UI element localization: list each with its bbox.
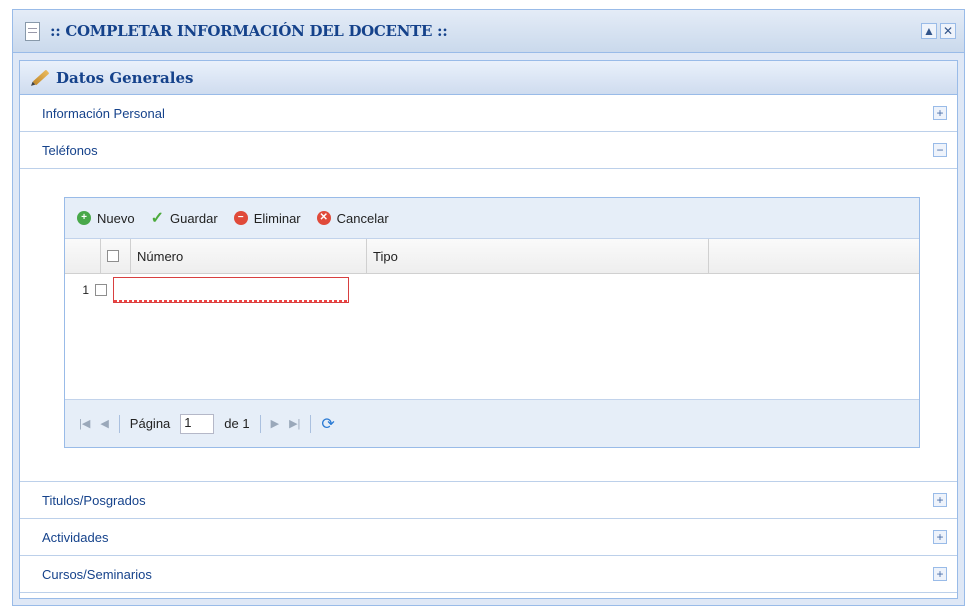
telefonos-panel: + Nuevo ✓ Guardar − Eliminar ✕ Cancelar (20, 169, 957, 481)
rownum-header (65, 239, 101, 273)
cancelar-label: Cancelar (336, 210, 389, 226)
accordion-label: Cursos/Seminarios (42, 566, 152, 582)
accordion-label: Titulos/Posgrados (42, 492, 146, 508)
pager-separator (310, 414, 312, 433)
check-icon: ✓ (150, 210, 164, 227)
pager-separator (118, 414, 120, 433)
grid-pager: |◀ ◀ Página 1 de 1 ▶ ▶| ⟳ (65, 399, 919, 447)
section-title: Datos Generales (56, 68, 194, 87)
column-numero[interactable]: Número (131, 239, 367, 273)
window-header: :: COMPLETAR INFORMACIÓN DEL DOCENTE :: … (13, 10, 964, 53)
pager-separator (259, 414, 261, 433)
add-icon: + (77, 211, 91, 225)
telefonos-grid: + Nuevo ✓ Guardar − Eliminar ✕ Cancelar (64, 197, 920, 448)
prev-page-icon[interactable]: ◀ (100, 417, 108, 430)
accordion-label: Actividades (42, 529, 109, 545)
numero-edit-field[interactable] (113, 277, 349, 303)
remove-icon: − (233, 211, 248, 225)
accordion-telefonos[interactable]: Teléfonos − (20, 132, 957, 169)
accordion-informacion-personal[interactable]: Información Personal + (20, 95, 957, 132)
guardar-label: Guardar (169, 210, 218, 226)
completar-informacion-window: :: COMPLETAR INFORMACIÓN DEL DOCENTE :: … (12, 9, 965, 606)
expand-icon[interactable]: + (933, 530, 947, 544)
pencil-icon (32, 69, 50, 86)
nuevo-button[interactable]: + Nuevo (77, 211, 135, 226)
page-number-input[interactable]: 1 (180, 413, 215, 434)
collapse-icon[interactable]: − (933, 143, 947, 157)
document-icon (25, 21, 40, 41)
nuevo-label: Nuevo (97, 210, 135, 226)
guardar-button[interactable]: ✓ Guardar (151, 208, 218, 228)
eliminar-button[interactable]: − Eliminar (233, 210, 301, 226)
cancel-icon: ✕ (316, 211, 331, 225)
eliminar-label: Eliminar (253, 210, 301, 226)
accordion-titulos-posgrados[interactable]: Titulos/Posgrados + (20, 481, 957, 519)
accordion-label: Teléfonos (42, 142, 98, 158)
page-label: Página (129, 416, 171, 431)
form-body: Datos Generales Información Personal + T… (19, 60, 958, 599)
select-all-checkbox[interactable] (107, 250, 119, 262)
expand-icon[interactable]: + (933, 493, 947, 507)
first-page-icon[interactable]: |◀ (79, 417, 90, 430)
accordion-actividades[interactable]: Actividades + (20, 519, 957, 556)
next-page-icon[interactable]: ▶ (271, 417, 279, 430)
column-tipo[interactable]: Tipo (367, 239, 709, 273)
window-tools: ▲ ✕ (921, 23, 956, 39)
page-total: de 1 (224, 416, 250, 431)
table-row[interactable]: 1 (65, 274, 919, 306)
datos-generales-header: Datos Generales (20, 61, 957, 95)
grid-toolbar: + Nuevo ✓ Guardar − Eliminar ✕ Cancelar (65, 198, 919, 239)
row-number: 1 (82, 283, 89, 297)
window-title: :: COMPLETAR INFORMACIÓN DEL DOCENTE :: (50, 22, 448, 40)
select-all-header (101, 239, 131, 273)
row-checkbox[interactable] (95, 284, 107, 296)
accordion-cursos-seminarios[interactable]: Cursos/Seminarios + (20, 556, 957, 593)
accordion-label: Información Personal (42, 105, 165, 121)
cancelar-button[interactable]: ✕ Cancelar (316, 210, 389, 226)
last-page-icon[interactable]: ▶| (289, 417, 300, 430)
expand-icon[interactable]: + (933, 567, 947, 581)
refresh-icon[interactable]: ⟳ (321, 414, 334, 434)
collapse-icon[interactable]: ▲ (921, 23, 937, 39)
grid-header: Número Tipo (65, 239, 919, 274)
expand-icon[interactable]: + (933, 106, 947, 120)
close-icon[interactable]: ✕ (940, 23, 956, 39)
column-filler (709, 239, 919, 273)
